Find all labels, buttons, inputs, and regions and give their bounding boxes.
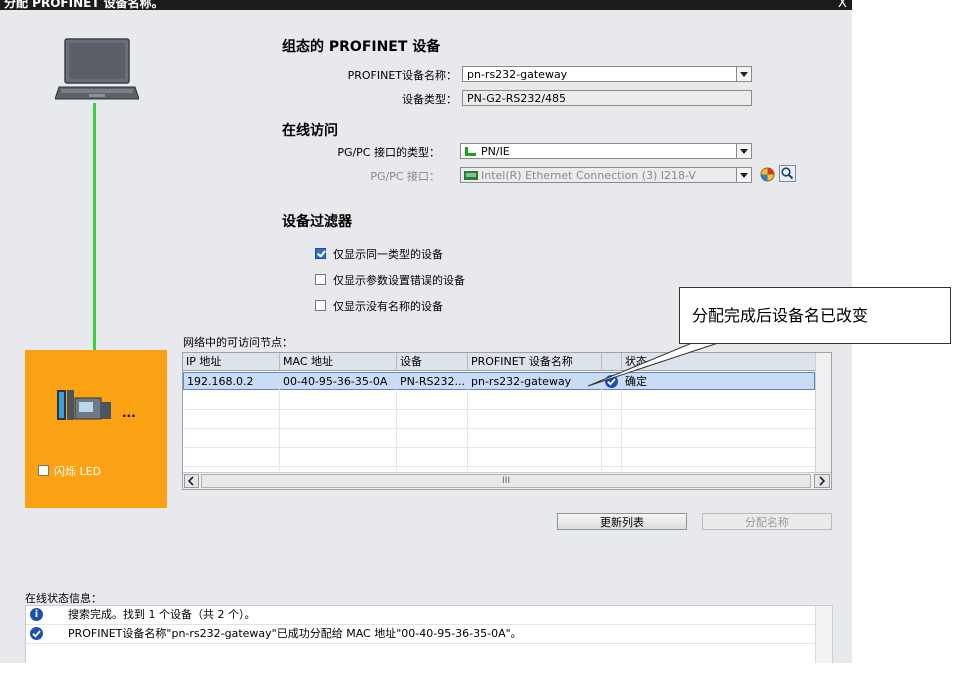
check-icon bbox=[30, 627, 43, 640]
nodes-table: IP 地址 MAC 地址 设备 PROFINET 设备名称 状态 192.168… bbox=[182, 352, 832, 490]
pgpc-interface-type-value: PN/IE bbox=[481, 145, 510, 158]
device-name-value: pn-rs232-gateway bbox=[467, 68, 568, 81]
chevron-down-icon[interactable] bbox=[736, 67, 751, 81]
row-divider bbox=[183, 466, 831, 467]
device-name-label: PROFINET设备名称： bbox=[347, 69, 457, 82]
device-type-value: PN-G2-RS232/485 bbox=[467, 92, 567, 105]
scroll-right-button[interactable] bbox=[814, 474, 830, 488]
status-message-text: PROFINET设备名称"pn-rs232-gateway"已成功分配给 MAC… bbox=[68, 627, 522, 640]
horizontal-scrollbar[interactable]: III bbox=[183, 472, 831, 489]
filter-no-name-checkbox[interactable] bbox=[315, 300, 326, 311]
filter-no-name-label: 仅显示没有名称的设备 bbox=[333, 300, 443, 313]
window-title: 分配 PROFINET 设备名称。 bbox=[4, 0, 164, 10]
scroll-thumb-grip: III bbox=[502, 476, 510, 486]
pgpc-interface-label: PG/PC 接口： bbox=[370, 170, 440, 183]
col-ip[interactable]: IP 地址 bbox=[183, 353, 280, 371]
row-divider bbox=[183, 409, 831, 410]
online-access-heading: 在线访问 bbox=[282, 123, 338, 139]
col-divider bbox=[467, 390, 468, 471]
network-link-line bbox=[93, 103, 96, 368]
table-row[interactable]: 192.168.0.2 00-40-95-36-35-0A PN-RS232..… bbox=[183, 372, 815, 390]
status-message-text: 搜索完成。找到 1 个设备（共 2 个）。 bbox=[68, 608, 256, 621]
row-divider bbox=[183, 447, 831, 448]
chevron-down-icon[interactable] bbox=[736, 168, 751, 182]
device-type-label: 设备类型： bbox=[402, 93, 457, 106]
chevron-left-icon bbox=[187, 476, 194, 486]
search-icon[interactable] bbox=[779, 165, 796, 182]
device-ellipsis: ... bbox=[122, 406, 136, 420]
led-panel: ... 闪烁 LED bbox=[25, 350, 167, 508]
online-status-icon[interactable] bbox=[760, 167, 775, 182]
cell-device: PN-RS232... bbox=[397, 373, 468, 390]
col-divider bbox=[601, 390, 602, 471]
col-device[interactable]: 设备 bbox=[397, 353, 468, 371]
chevron-down-icon[interactable] bbox=[736, 144, 751, 158]
annotation-callout: 分配完成后设备名已改变 bbox=[679, 287, 951, 344]
col-divider bbox=[396, 390, 397, 471]
pnie-network-icon bbox=[464, 146, 476, 156]
title-bar: 分配 PROFINET 设备名称。 X bbox=[0, 0, 852, 10]
cell-ip: 192.168.0.2 bbox=[184, 373, 280, 390]
scroll-thumb[interactable]: III bbox=[201, 474, 811, 488]
pgpc-interface-dropdown[interactable]: Intel(R) Ethernet Connection (3) I218-V bbox=[460, 167, 752, 183]
online-status-label: 在线状态信息： bbox=[25, 592, 102, 605]
accessible-nodes-label: 网络中的可访问节点： bbox=[183, 336, 293, 349]
close-button[interactable]: X bbox=[833, 0, 852, 10]
status-scrollbar-track[interactable] bbox=[815, 606, 832, 663]
row-divider bbox=[183, 428, 831, 429]
chevron-right-icon bbox=[819, 476, 826, 486]
pgpc-interface-value: Intel(R) Ethernet Connection (3) I218-V bbox=[481, 169, 696, 182]
device-filter-heading: 设备过滤器 bbox=[282, 214, 352, 230]
vertical-scrollbar-track[interactable] bbox=[815, 353, 831, 472]
status-message: PROFINET设备名称"pn-rs232-gateway"已成功分配给 MAC… bbox=[26, 625, 832, 644]
filter-param-error-checkbox[interactable] bbox=[315, 274, 326, 285]
device-name-dropdown[interactable]: pn-rs232-gateway bbox=[462, 66, 752, 82]
cell-mac: 00-40-95-36-35-0A bbox=[280, 373, 397, 390]
pgpc-interface-type-dropdown[interactable]: PN/IE bbox=[460, 143, 752, 159]
scroll-left-button[interactable] bbox=[184, 474, 199, 488]
col-mac[interactable]: MAC 地址 bbox=[280, 353, 397, 371]
status-message: i 搜索完成。找到 1 个设备（共 2 个）。 bbox=[26, 606, 832, 625]
filter-param-error-label: 仅显示参数设置错误的设备 bbox=[333, 274, 465, 287]
pg-laptop-icon bbox=[54, 37, 140, 103]
col-divider bbox=[621, 390, 622, 471]
assign-name-button[interactable]: 分配名称 bbox=[702, 513, 832, 530]
device-station-icon bbox=[57, 390, 127, 420]
network-card-icon bbox=[464, 170, 478, 181]
status-log: i 搜索完成。找到 1 个设备（共 2 个）。 PROFINET设备名称"pn-… bbox=[25, 605, 833, 663]
device-type-field: PN-G2-RS232/485 bbox=[462, 90, 752, 106]
flash-led-checkbox[interactable] bbox=[38, 465, 49, 476]
pgpc-interface-type-label: PG/PC 接口的类型： bbox=[337, 146, 440, 159]
info-icon: i bbox=[30, 608, 43, 621]
refresh-list-button[interactable]: 更新列表 bbox=[557, 513, 687, 530]
col-divider bbox=[279, 390, 280, 471]
configured-device-heading: 组态的 PROFINET 设备 bbox=[282, 39, 441, 55]
callout-text: 分配完成后设备名已改变 bbox=[692, 306, 869, 325]
flash-led-label: 闪烁 LED bbox=[54, 465, 102, 478]
filter-same-type-label: 仅显示同一类型的设备 bbox=[333, 248, 443, 261]
filter-same-type-checkbox[interactable] bbox=[315, 248, 326, 259]
